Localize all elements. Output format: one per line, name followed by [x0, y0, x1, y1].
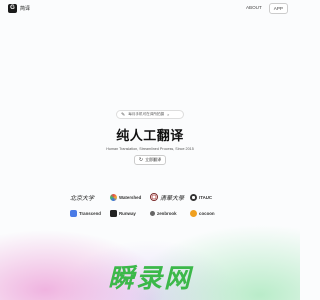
announcement-text: 每月手机可在译所拍摄 [128, 112, 165, 116]
brand-label: ITAUC [199, 194, 213, 200]
brand-label: zenbrook [157, 210, 177, 216]
tsinghua-seal-icon [150, 193, 158, 201]
brand-label: Transcend [79, 210, 101, 216]
translate-now-button[interactable]: ↻ 立即翻译 [134, 155, 166, 165]
site-logo[interactable]: G 简译 [8, 4, 30, 13]
brand-transcend: Transcend [70, 208, 110, 218]
brand-runway: Runway [110, 208, 150, 218]
nav-app-button[interactable]: APP [268, 3, 288, 14]
brand-label: Watershed [119, 194, 142, 200]
tsinghua-logo-text: 清華大學 [160, 194, 185, 202]
brand-peking-university: 北京大学 [70, 192, 110, 202]
brand-zenbrook: zenbrook [150, 208, 190, 218]
logo-text: 简译 [20, 6, 31, 12]
zenbrook-icon [150, 210, 155, 216]
hero-title: 纯人工翻译 [116, 128, 184, 143]
brand-label: Runway [119, 210, 136, 216]
announcement-pill[interactable]: ✎ 每月手机可在译所拍摄 > [116, 110, 184, 119]
refresh-icon: ↻ [138, 157, 144, 163]
runway-icon [110, 209, 117, 217]
brand-tsinghua: 清華大學 [150, 192, 190, 202]
brand-watershed: Watershed [110, 192, 150, 202]
nav-about-link[interactable]: ABOUT [242, 3, 266, 14]
watershed-icon [110, 193, 117, 201]
partner-logos: 北京大学 Watershed 清華大學 ITAUC Transcend Runw… [70, 192, 230, 218]
brand-cocoon: cocoon [190, 208, 230, 218]
logo-mark-icon: G [8, 4, 17, 13]
top-nav: ABOUT APP [242, 3, 288, 14]
itauc-icon [190, 193, 197, 201]
hero-subtitle: Human Translation, Streamlined Process, … [106, 147, 194, 151]
chevron-right-icon: > [167, 112, 170, 117]
watermark: 瞬录网 [107, 263, 192, 293]
translate-now-label: 立即翻译 [145, 157, 162, 162]
sparkle-icon: ✎ [121, 111, 126, 118]
peking-university-logo: 北京大学 [70, 194, 95, 202]
brand-itauc: ITAUC [190, 192, 230, 202]
brand-label: cocoon [199, 210, 215, 216]
transcend-icon [70, 209, 77, 217]
cocoon-icon [190, 209, 197, 217]
